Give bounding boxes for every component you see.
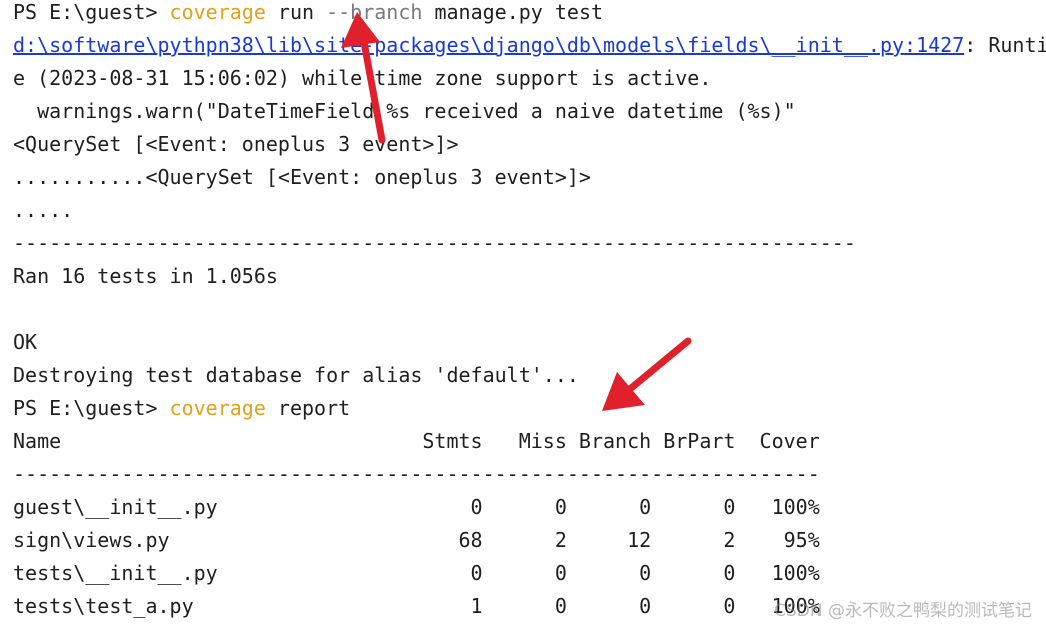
annotation-arrows (341, 12, 692, 411)
arrow-pointing-report-icon (602, 337, 692, 411)
arrow-pointing-branch-icon (341, 12, 386, 144)
watermark: CSDN @永不败之鸭梨的测试笔记 (774, 601, 1032, 621)
terminal-output[interactable]: PS E:\guest> coverage run --branch manag… (0, 0, 1046, 627)
